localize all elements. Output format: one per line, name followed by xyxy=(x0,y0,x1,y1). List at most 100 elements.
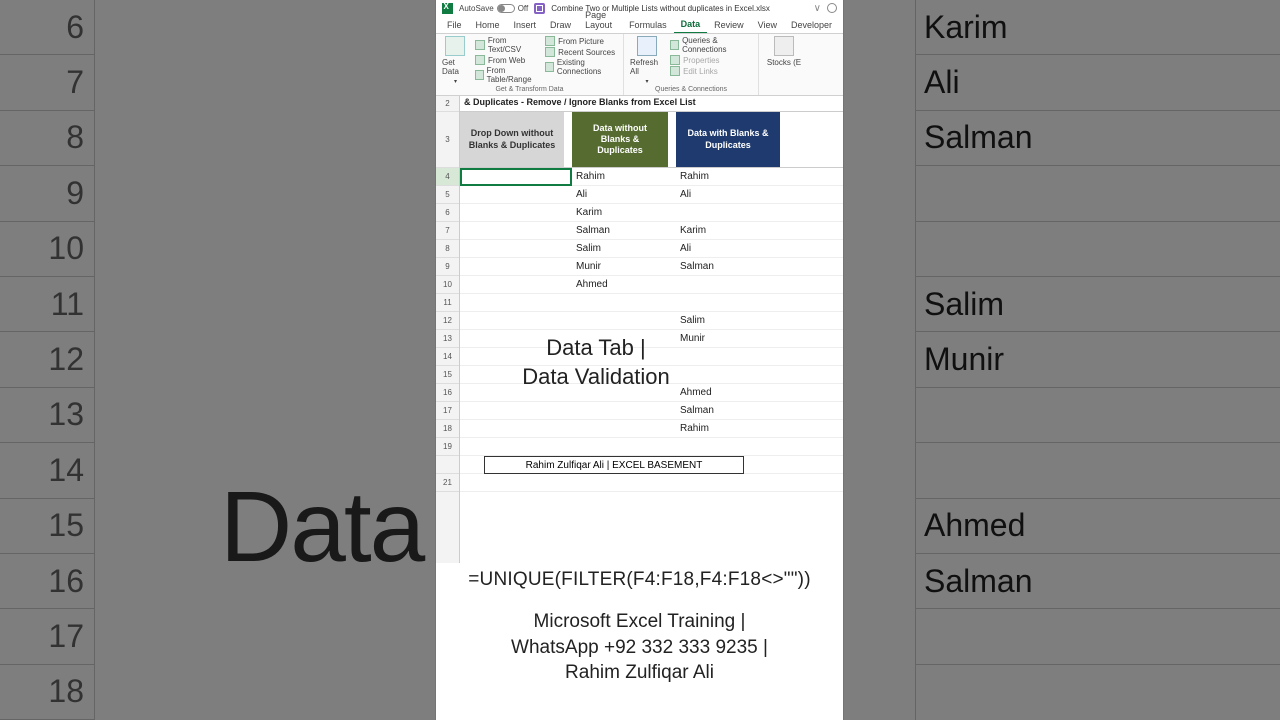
ribbon-cmd-icon xyxy=(475,55,485,65)
row-header[interactable]: 11 xyxy=(436,294,459,312)
ribbon-cmd-label: Existing Connections xyxy=(557,58,619,76)
row-header[interactable]: 14 xyxy=(436,348,459,366)
cell[interactable] xyxy=(460,204,572,221)
data-row[interactable] xyxy=(460,474,843,492)
tab-home[interactable]: Home xyxy=(469,18,507,33)
cell[interactable] xyxy=(460,258,572,275)
row-header[interactable]: 5 xyxy=(436,186,459,204)
stocks-button[interactable]: Stocks (E xyxy=(763,36,805,67)
cell[interactable] xyxy=(676,438,780,455)
get-data-button[interactable]: Get Data ▾ xyxy=(440,36,471,86)
tab-view[interactable]: View xyxy=(751,18,784,33)
tab-developer[interactable]: Developer xyxy=(784,18,839,33)
data-row[interactable]: SalimAli xyxy=(460,240,843,258)
row-header[interactable]: 9 xyxy=(436,258,459,276)
cell[interactable]: Salman xyxy=(572,222,676,239)
data-row[interactable]: Salim xyxy=(460,312,843,330)
cell[interactable] xyxy=(572,420,676,437)
data-row[interactable]: Ahmed xyxy=(460,276,843,294)
ribbon-cmd-icon xyxy=(670,40,679,50)
cell[interactable] xyxy=(676,204,780,221)
row-header[interactable]: 12 xyxy=(436,312,459,330)
cell[interactable]: Salim xyxy=(676,312,780,329)
cell[interactable] xyxy=(460,240,572,257)
ribbon-cmd-icon xyxy=(670,55,680,65)
row-header[interactable]: 10 xyxy=(436,276,459,294)
cell[interactable]: Rahim xyxy=(676,420,780,437)
row-header[interactable]: 4 xyxy=(436,168,459,186)
cell[interactable]: Ali xyxy=(676,240,780,257)
row-header[interactable]: 16 xyxy=(436,384,459,402)
row-header[interactable]: 13 xyxy=(436,330,459,348)
cell[interactable]: Karim xyxy=(572,204,676,221)
ribbon-cmd-recent-sources[interactable]: Recent Sources xyxy=(545,47,619,57)
data-row[interactable] xyxy=(460,438,843,456)
row-header[interactable]: 7 xyxy=(436,222,459,240)
cell[interactable]: Munir xyxy=(572,258,676,275)
cell[interactable] xyxy=(460,312,572,329)
cell[interactable] xyxy=(460,186,572,203)
cell[interactable] xyxy=(460,420,572,437)
data-row[interactable]: SalmanKarim xyxy=(460,222,843,240)
refresh-all-button[interactable]: Refresh All ▾ xyxy=(628,36,666,86)
tab-review[interactable]: Review xyxy=(707,18,751,33)
toggle-switch-icon[interactable] xyxy=(497,4,515,13)
cell[interactable] xyxy=(460,294,572,311)
row-header[interactable]: 18 xyxy=(436,420,459,438)
data-row[interactable]: Salman xyxy=(460,402,843,420)
cell[interactable] xyxy=(676,294,780,311)
ribbon-cmd-queries-connections[interactable]: Queries & Connections xyxy=(670,36,754,54)
cell[interactable]: Salman xyxy=(676,402,780,419)
row2-title: & Duplicates - Remove / Ignore Blanks fr… xyxy=(460,96,843,112)
tab-data[interactable]: Data xyxy=(674,17,708,33)
cell[interactable] xyxy=(572,402,676,419)
cell[interactable] xyxy=(676,276,780,293)
cell[interactable]: Salman xyxy=(676,258,780,275)
ribbon-cmd-from-picture[interactable]: From Picture xyxy=(545,36,619,46)
cell[interactable]: Ahmed xyxy=(572,276,676,293)
row-header[interactable]: 17 xyxy=(436,402,459,420)
cell[interactable]: Rahim xyxy=(676,168,780,185)
row-header[interactable]: 3 xyxy=(436,112,459,168)
cell[interactable] xyxy=(572,312,676,329)
cell[interactable]: Karim xyxy=(676,222,780,239)
row-header[interactable]: 8 xyxy=(436,240,459,258)
data-row[interactable]: RahimRahim xyxy=(460,168,843,186)
data-row[interactable]: AliAli xyxy=(460,186,843,204)
cell[interactable] xyxy=(572,294,676,311)
save-icon[interactable] xyxy=(534,3,545,14)
cell[interactable] xyxy=(460,438,572,455)
cell[interactable]: Ali xyxy=(572,186,676,203)
data-row[interactable]: Karim xyxy=(460,204,843,222)
row-header[interactable]: 19 xyxy=(436,438,459,456)
ribbon-cmd-from-table-range[interactable]: From Table/Range xyxy=(475,66,541,84)
ribbon-cmd-from-web[interactable]: From Web xyxy=(475,55,541,65)
cell[interactable]: Rahim xyxy=(572,168,676,185)
tab-formulas[interactable]: Formulas xyxy=(622,18,674,33)
row-header[interactable]: 21 xyxy=(436,474,459,492)
ribbon-cmd-existing-connections[interactable]: Existing Connections xyxy=(545,58,619,76)
tab-draw[interactable]: Draw xyxy=(543,18,578,33)
row-header[interactable]: 15 xyxy=(436,366,459,384)
cell[interactable] xyxy=(460,402,572,419)
cell[interactable] xyxy=(572,438,676,455)
ribbon-cmd-from-text-csv[interactable]: From Text/CSV xyxy=(475,36,541,54)
credit-line-2: WhatsApp +92 332 333 9235 | xyxy=(440,635,839,661)
row-header[interactable]: 6 xyxy=(436,204,459,222)
cell[interactable]: Ali xyxy=(676,186,780,203)
data-row[interactable]: MunirSalman xyxy=(460,258,843,276)
get-data-icon xyxy=(445,36,465,56)
autosave-toggle[interactable]: AutoSave Off xyxy=(459,4,528,13)
tab-insert[interactable]: Insert xyxy=(507,18,544,33)
tab-page-layout[interactable]: Page Layout xyxy=(578,8,622,33)
search-icon[interactable] xyxy=(827,3,837,13)
cell[interactable] xyxy=(460,168,572,185)
tab-file[interactable]: File xyxy=(440,18,469,33)
row-header[interactable] xyxy=(436,456,459,474)
cell[interactable]: Salim xyxy=(572,240,676,257)
cell[interactable] xyxy=(460,222,572,239)
row-header[interactable]: 2 xyxy=(436,96,459,112)
cell[interactable] xyxy=(460,276,572,293)
data-row[interactable] xyxy=(460,294,843,312)
data-row[interactable]: Rahim xyxy=(460,420,843,438)
